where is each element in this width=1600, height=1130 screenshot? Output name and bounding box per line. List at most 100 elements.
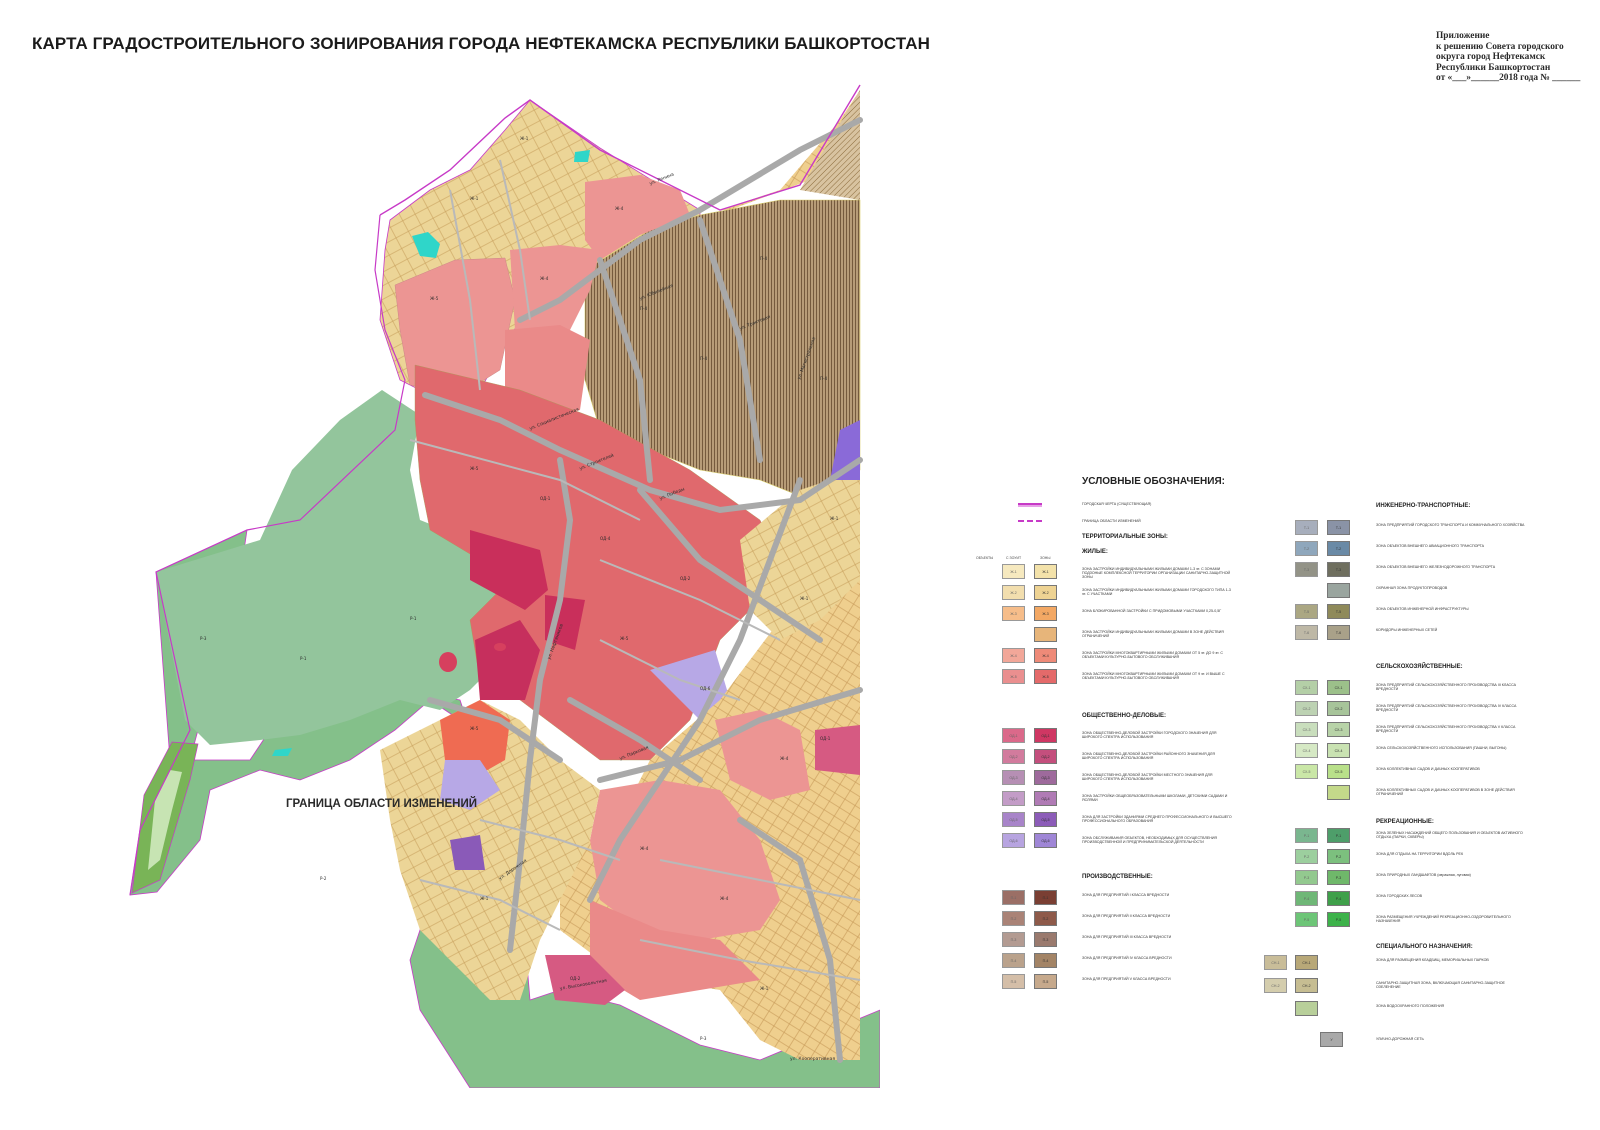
recreational-code: Р-1 xyxy=(1335,833,1342,838)
transport-code: Т-2 xyxy=(1303,546,1310,551)
residential-code: Ж-1 xyxy=(1010,569,1017,574)
transport-label: ЗОНА ОБЪЕКТОВ ВНЕШНЕГО ЖЕЛЕЗНОДОРОЖНОГО … xyxy=(1376,565,1496,569)
residential-swatch: Ж-2 xyxy=(1034,585,1057,600)
recreational-swatch: Р-1 xyxy=(1327,828,1350,843)
industrial-swatch: П-1 xyxy=(1002,890,1025,905)
road-label: УЛИЧНО-ДОРОЖНАЯ СЕТЬ xyxy=(1376,1037,1424,1041)
svg-text:Ж-1: Ж-1 xyxy=(830,516,839,521)
svg-text:Р-1: Р-1 xyxy=(300,656,307,661)
purple-zone xyxy=(450,835,485,870)
svg-text:П-4: П-4 xyxy=(700,356,707,361)
public-code: ОД-5 xyxy=(1009,817,1018,822)
residential-code: Ж-4 xyxy=(1010,653,1017,658)
recreational-label: ЗОНА ПРИРОДНЫХ ЛАНДШАФТОВ (овражная, луг… xyxy=(1376,873,1471,877)
agricultural-swatch: СХ-1 xyxy=(1327,680,1350,695)
agricultural-swatch: СХ-4 xyxy=(1295,743,1318,758)
special-code: СН-1 xyxy=(1271,960,1280,965)
residential-swatch: Ж-3 xyxy=(1002,606,1025,621)
recreational-code: Р-1 xyxy=(1303,833,1310,838)
transport-code: Т-1 xyxy=(1335,525,1342,530)
pond-3 xyxy=(494,643,506,651)
special-code: СН-2 xyxy=(1302,983,1311,988)
agricultural-code: СХ-3 xyxy=(1334,727,1343,732)
special-swatch: СН-2 xyxy=(1295,978,1318,993)
special-label: ЗОНА ВОДООХРАННОГО ПОЛОЖЕНИЯ xyxy=(1376,1004,1445,1008)
appendix-line: Республики Башкортостан xyxy=(1436,62,1551,73)
agricultural-code: СХ-4 xyxy=(1302,748,1311,753)
residential-code: Ж-2 xyxy=(1010,590,1017,595)
recreational-swatch: Р-1 xyxy=(1295,828,1318,843)
transport-code: Т-3 xyxy=(1303,567,1310,572)
public-code: ОД-4 xyxy=(1041,796,1050,801)
industrial-swatch: П-3 xyxy=(1002,932,1025,947)
agricultural-code: СХ-5 xyxy=(1302,769,1311,774)
industrial-code: П-4 xyxy=(1010,958,1017,963)
agricultural-swatch: СХ-1 xyxy=(1295,680,1318,695)
appendix-line: округа город Нефтекамск xyxy=(1436,52,1546,63)
transport-swatch: Т-6 xyxy=(1295,625,1318,640)
residential-swatch: Ж-1 xyxy=(1034,564,1057,579)
road-code: У xyxy=(1330,1037,1333,1042)
agricultural-code: СХ-2 xyxy=(1302,706,1311,711)
transport-label: ЗОНА ОБЪЕКТОВ ИНЖЕНЕРНОЙ ИНФРАСТРУКТУРЫ xyxy=(1376,607,1469,611)
public-code: ОД-6 xyxy=(1009,838,1018,843)
recreational-label: ЗОНА ГОРОДСКИХ ЛЕСОВ xyxy=(1376,894,1423,898)
residential-code: Ж-5 xyxy=(1010,674,1017,679)
agricultural-swatch: СХ-3 xyxy=(1295,722,1318,737)
svg-text:Ж-4: Ж-4 xyxy=(540,276,549,281)
legend-line-label: ГОРОДСКАЯ ЧЕРТА (СУЩЕСТВУЮЩАЯ) xyxy=(1082,502,1152,506)
special-label: САНИТАРНО-ЗАЩИТНАЯ ЗОНА, ВКЛЮЧАЮЩАЯ САНИ… xyxy=(1376,981,1505,990)
residential-swatch: Ж-4 xyxy=(1034,648,1057,663)
public-code: ОД-3 xyxy=(1041,775,1050,780)
transport-label: ЗОНА ОБЪЕКТОВ ВНЕШНЕГО АВИАЦИОННОГО ТРАН… xyxy=(1376,544,1485,548)
public-code: ОД-5 xyxy=(1041,817,1050,822)
map-canvas: Ж-1 Ж-1 Ж-5 Ж-4 Ж-4 П-4 П-4 П-4 П-4 Ж-5 ОД-1 ОД-… xyxy=(129,84,880,1088)
special-swatch: СН-1 xyxy=(1264,955,1287,970)
public-code: ОД-3 xyxy=(1009,775,1018,780)
industrial-label: ЗОНА ДЛЯ ПРЕДПРИЯТИЙ I КЛАССА ВРЕДНОСТИ xyxy=(1082,893,1170,897)
transport-swatch: Т-5 xyxy=(1295,604,1318,619)
zoning-map: Ж-1 Ж-1 Ж-5 Ж-4 Ж-4 П-4 П-4 П-4 П-4 Ж-5 ОД-1 ОД-… xyxy=(0,0,890,1130)
svg-text:Ж-1: Ж-1 xyxy=(520,136,529,141)
legend-line-label: ГРАНИЦА ОБЛАСТИ ИЗМЕНЕНИЙ xyxy=(1082,519,1141,523)
recreational-swatch: Р-5 xyxy=(1327,912,1350,927)
industrial-label: ЗОНА ДЛЯ ПРЕДПРИЯТИЙ IV КЛАССА ВРЕДНОСТИ xyxy=(1082,956,1172,960)
residential-swatch: Ж-3 xyxy=(1034,606,1057,621)
public-swatch: ОД-1 xyxy=(1002,728,1025,743)
public-label: ЗОНА ЗАСТРОЙКИ ОБЩЕОБРАЗОВАТЕЛЬНЫМИ ШКОЛ… xyxy=(1082,794,1228,803)
appendix-line: Приложение xyxy=(1436,31,1490,41)
industrial-swatch: П-5 xyxy=(1002,974,1025,989)
industrial-code: П-4 xyxy=(1042,958,1049,963)
special-code: СН-1 xyxy=(1302,960,1311,965)
recreational-label: ЗОНА ЗЕЛЕНЫХ НАСАЖДЕНИЙ ОБЩЕГО ПОЛЬЗОВАН… xyxy=(1376,831,1523,840)
special-label: ЗОНА ДЛЯ РАЗМЕЩЕНИЯ КЛАДБИЩ, МЕМОРИАЛЬНЫ… xyxy=(1376,958,1489,962)
agricultural-swatch xyxy=(1327,785,1350,800)
transport-swatch: Т-1 xyxy=(1327,520,1350,535)
public-code: ОД-4 xyxy=(1009,796,1018,801)
industrial-code: П-5 xyxy=(1042,979,1049,984)
agricultural-label: ЗОНА ПРЕДПРИЯТИЙ СЕЛЬСКОХОЗЯЙСТВЕННОГО П… xyxy=(1376,683,1517,692)
agricultural-heading: СЕЛЬСКОХОЗЯЙСТВЕННЫЕ: xyxy=(1376,664,1463,670)
transport-code: Т-5 xyxy=(1303,609,1310,614)
special-swatch xyxy=(1295,1001,1318,1016)
public-swatch: ОД-2 xyxy=(1002,749,1025,764)
industrial-swatch: П-4 xyxy=(1002,953,1025,968)
svg-text:Ж-5: Ж-5 xyxy=(620,636,629,641)
svg-text:Ж-5: Ж-5 xyxy=(470,466,479,471)
column-header: ОБЪЕКТЫ xyxy=(976,556,994,560)
transport-code: Т-3 xyxy=(1335,567,1342,572)
transport-label: ЗОНА ПРЕДПРИЯТИЙ ГОРОДСКОГО ТРАНСПОРТА И… xyxy=(1376,523,1525,527)
svg-text:Ж-1: Ж-1 xyxy=(470,196,479,201)
svg-text:ул. Кооперативная: ул. Кооперативная xyxy=(790,1056,835,1062)
residential-label: ЗОНА ЗАСТРОЙКИ МНОГОКВАРТИРНЫМИ ЖИЛЫМИ Д… xyxy=(1082,672,1225,681)
residential-swatch: Ж-1 xyxy=(1002,564,1025,579)
agricultural-code: СХ-3 xyxy=(1302,727,1311,732)
transport-code: Т-5 xyxy=(1335,609,1342,614)
industrial-label: ЗОНА ДЛЯ ПРЕДПРИЯТИЙ III КЛАССА ВРЕДНОСТ… xyxy=(1082,935,1172,939)
pond-2 xyxy=(439,652,457,672)
agricultural-swatch: СХ-5 xyxy=(1327,764,1350,779)
residential-code: Ж-3 xyxy=(1010,611,1017,616)
public-code: ОД-2 xyxy=(1009,754,1018,759)
map-layers: Ж-1 Ж-1 Ж-5 Ж-4 Ж-4 П-4 П-4 П-4 П-4 Ж-5 ОД-1 ОД-… xyxy=(129,84,880,1088)
industrial-code: П-1 xyxy=(1042,895,1049,900)
